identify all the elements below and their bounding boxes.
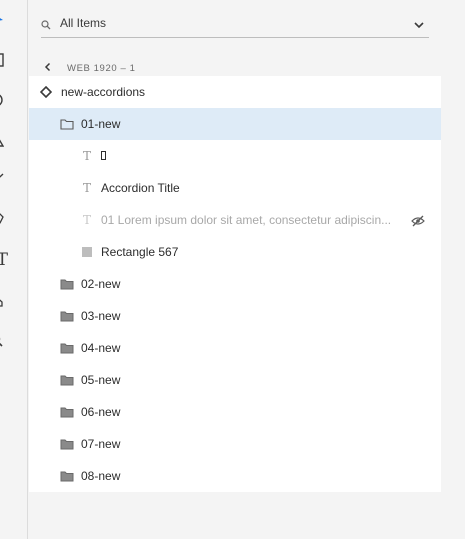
polygon-icon[interactable] bbox=[0, 127, 14, 153]
layer-label: 07-new bbox=[81, 437, 121, 451]
layer-label bbox=[101, 149, 106, 163]
layer-row-text-hidden[interactable]: T 01 Lorem ipsum dolor sit amet, consect… bbox=[29, 204, 441, 236]
layer-label: 01-new bbox=[81, 117, 121, 131]
text-layer-icon: T bbox=[82, 149, 91, 163]
text-icon[interactable]: T bbox=[0, 247, 14, 273]
folder-icon bbox=[60, 374, 74, 386]
text-layer-icon: T bbox=[82, 181, 91, 195]
text-tool-glyph: T bbox=[0, 250, 8, 270]
zoom-icon[interactable] bbox=[0, 327, 14, 353]
layer-row-group[interactable]: 07-new bbox=[29, 428, 441, 460]
layer-row-text-empty[interactable]: T bbox=[29, 140, 441, 172]
layer-label: Rectangle 567 bbox=[101, 245, 179, 259]
search-icon bbox=[41, 17, 51, 35]
layer-row-group[interactable]: 03-new bbox=[29, 300, 441, 332]
eye-hidden-icon[interactable] bbox=[411, 214, 425, 232]
artboard-icon[interactable] bbox=[0, 287, 14, 313]
rectangle-icon[interactable] bbox=[0, 47, 14, 73]
select-icon[interactable] bbox=[0, 7, 14, 33]
missing-glyph-icon bbox=[101, 151, 106, 160]
layer-label: 05-new bbox=[81, 373, 121, 387]
pen-icon[interactable] bbox=[0, 207, 14, 233]
layer-list: new-accordions 01-new T T Accordion Titl… bbox=[29, 76, 441, 492]
folder-icon bbox=[60, 438, 74, 450]
layer-row-group[interactable]: 08-new bbox=[29, 460, 441, 492]
search-field[interactable]: All Items bbox=[41, 8, 429, 38]
folder-icon bbox=[60, 470, 74, 482]
back-arrow-icon[interactable] bbox=[43, 59, 55, 77]
text-layer-icon: T bbox=[82, 213, 91, 227]
layer-row-group[interactable]: 04-new bbox=[29, 332, 441, 364]
layer-label: 04-new bbox=[81, 341, 121, 355]
folder-icon bbox=[60, 342, 74, 354]
layer-label: 01 Lorem ipsum dolor sit amet, consectet… bbox=[101, 213, 392, 227]
layer-row-group[interactable]: 06-new bbox=[29, 396, 441, 428]
chevron-down-icon[interactable] bbox=[413, 17, 425, 35]
layer-row-group[interactable]: 05-new bbox=[29, 364, 441, 396]
layer-label: 08-new bbox=[81, 469, 121, 483]
folder-icon bbox=[60, 310, 74, 322]
folder-icon bbox=[60, 406, 74, 418]
ellipse-icon[interactable] bbox=[0, 87, 14, 113]
layer-row-root[interactable]: new-accordions bbox=[29, 76, 441, 108]
folder-open-icon bbox=[60, 118, 74, 130]
breadcrumb: WEB 1920 – 1 bbox=[43, 60, 135, 76]
breadcrumb-label: WEB 1920 – 1 bbox=[67, 62, 136, 74]
layer-label: new-accordions bbox=[61, 85, 146, 99]
layer-label: 03-new bbox=[81, 309, 121, 323]
tools-panel: T bbox=[0, 0, 28, 539]
component-icon bbox=[39, 86, 53, 98]
layer-row-text[interactable]: T Accordion Title bbox=[29, 172, 441, 204]
layer-label: Accordion Title bbox=[101, 181, 180, 195]
layer-label: 02-new bbox=[81, 277, 121, 291]
search-input[interactable]: All Items bbox=[60, 16, 106, 30]
layers-panel: All Items WEB 1920 – 1 new-accordions 01… bbox=[29, 0, 441, 539]
rectangle-layer-icon bbox=[80, 246, 94, 258]
folder-icon bbox=[60, 278, 74, 290]
layer-row-rectangle[interactable]: Rectangle 567 bbox=[29, 236, 441, 268]
line-icon[interactable] bbox=[0, 167, 14, 193]
layer-row-group-open[interactable]: 01-new bbox=[29, 108, 441, 140]
layer-label: 06-new bbox=[81, 405, 121, 419]
layer-row-group[interactable]: 02-new bbox=[29, 268, 441, 300]
